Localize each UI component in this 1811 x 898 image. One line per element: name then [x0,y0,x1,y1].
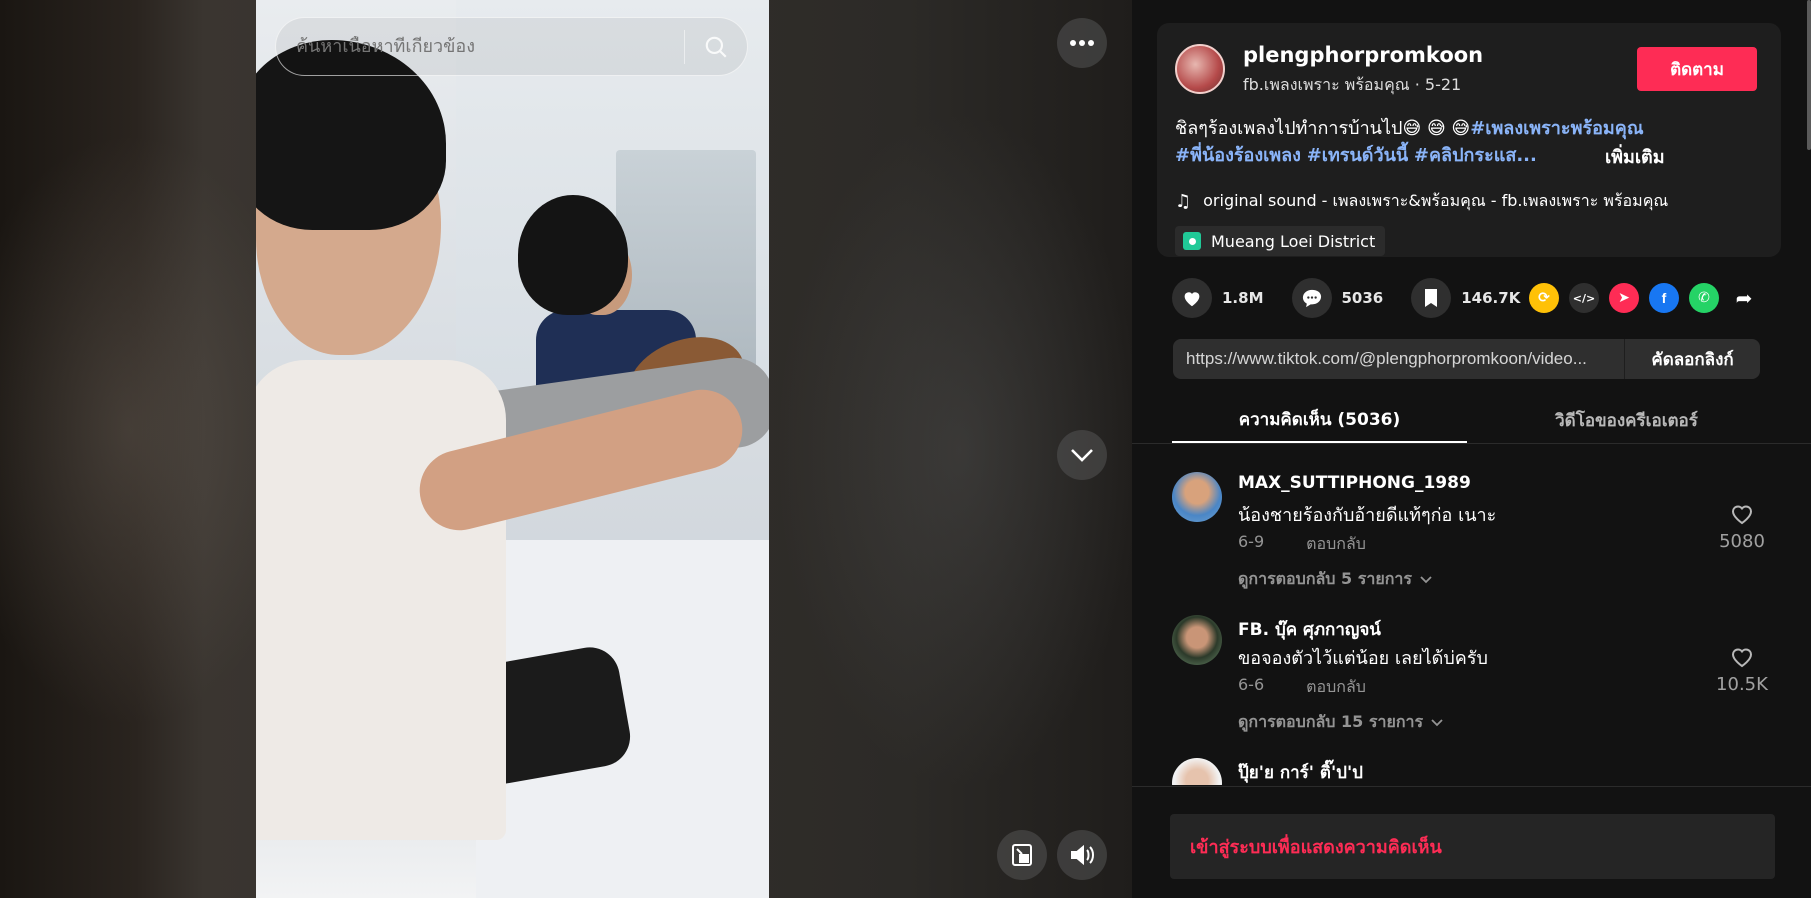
volume-button[interactable] [1057,830,1107,880]
music-title: original sound - เพลงเพราะ&พร้อมคุณ - fb… [1203,191,1669,210]
tab-creator-videos[interactable]: วิดีโอของครีเอเตอร์ [1479,398,1774,443]
comment-date: 6-9 [1238,532,1265,551]
comment-text: ขอจองตัวไว้แต่น้อย เลยได้บ่ครับ [1238,648,1488,669]
commenter-avatar[interactable] [1172,472,1222,522]
more-options-button[interactable] [1057,18,1107,68]
whatsapp-icon[interactable]: ✆ [1689,283,1719,313]
save-action[interactable]: 146.7K [1411,278,1520,318]
ellipsis-icon [1070,40,1094,46]
search-input[interactable] [276,36,684,57]
view-replies-label: ดูการตอบกลับ 5 รายการ [1238,569,1412,588]
post-info-card: plengphorpromkoon fb.เพลงเพราะ พร้อมคุณ … [1157,23,1781,257]
hashtag-link[interactable]: #คลิปกระแส... [1414,145,1537,166]
share-icons: ⟳ </> ➤ f ✆ ➦ [1529,283,1759,313]
music-note-icon: ♫ [1175,191,1192,212]
side-scrollbar[interactable] [1807,0,1811,150]
see-more-link[interactable]: เพิ่มเติม [1605,142,1665,171]
side-panel: plengphorpromkoon fb.เพลงเพราะ พร้อมคุณ … [1132,0,1811,898]
location-pin-icon [1183,232,1201,250]
heart-icon[interactable] [1172,278,1212,318]
follow-button[interactable]: ติดตาม [1637,47,1757,91]
comment-like[interactable]: 5080 [1712,503,1772,552]
tabs-divider [1132,443,1811,444]
bookmark-icon[interactable] [1411,278,1452,318]
tiktok-video-page: plengphorpromkoon fb.เพลงเพราะ พร้อมคุณ … [0,0,1811,898]
comment-like-count: 5080 [1719,531,1765,552]
caption-text: ชิลๆร้องเพลงไปทำการบ้านไป😅 😅 😅 [1175,118,1471,139]
save-count: 146.7K [1461,289,1521,307]
video-boy1-shirt [256,360,506,840]
hashtag-link[interactable]: #พี่น้องร้องเพลง [1175,145,1301,166]
location-chip[interactable]: Mueang Loei District [1175,226,1386,256]
picture-in-picture-button[interactable] [997,830,1047,880]
commenter-name[interactable]: FB. บุ๊ค ศุภกาญจน์ [1238,616,1381,643]
comment-icon[interactable] [1291,278,1332,318]
copy-link-button[interactable]: คัดลอกลิงก์ [1624,339,1760,379]
view-replies-button[interactable]: ดูการตอบกลับ 15 รายการ [1238,710,1443,735]
search-icon[interactable] [685,17,747,76]
comment-like-count: 10.5K [1716,674,1768,695]
search-bar [275,17,748,76]
hashtag-link[interactable]: #เทรนด์วันนี้ [1307,145,1408,166]
action-bar: 1.8M 5036 146.7K [1172,278,1548,318]
comment-item: MAX_SUTTIPHONG_1989 น้องชายร้องกับอ้ายดี… [1172,465,1772,608]
comment-count: 5036 [1341,289,1384,307]
heart-outline-icon [1731,505,1753,525]
next-video-button[interactable] [1057,430,1107,480]
author-username[interactable]: plengphorpromkoon [1243,43,1483,67]
send-to-friends-icon[interactable]: ➤ [1609,283,1639,313]
music-info[interactable]: ♫ original sound - เพลงเพราะ&พร้อมคุณ - … [1175,189,1668,214]
video-pane [0,0,1132,898]
post-caption: ชิลๆร้องเพลงไปทำการบ้านไป😅 😅 😅#เพลงเพราะ… [1175,115,1765,169]
commenter-avatar[interactable] [1172,615,1222,665]
volume-icon [1071,844,1094,866]
pip-icon [1012,844,1032,866]
reply-button[interactable]: ตอบกลับ [1306,532,1366,557]
comment-action[interactable]: 5036 [1291,278,1384,318]
tab-comments[interactable]: ความคิดเห็น (5036) [1172,398,1467,443]
commenter-avatar[interactable] [1172,758,1222,785]
comment-like[interactable]: 10.5K [1712,646,1772,695]
login-to-comment-button[interactable]: เข้าสู่ระบบเพื่อแสดงความคิดเห็น [1170,814,1775,879]
panel-tabs: ความคิดเห็น (5036) วิดีโอของครีเอเตอร์ [1172,398,1774,443]
chevron-down-icon [1431,718,1443,726]
author-avatar[interactable] [1175,44,1225,94]
comment-meta: 6-9 ตอบกลับ [1238,532,1366,557]
share-arrow-icon[interactable]: ➦ [1729,283,1759,313]
view-replies-button[interactable]: ดูการตอบกลับ 5 รายการ [1238,567,1432,592]
comment-meta: 6-6 ตอบกลับ [1238,675,1366,700]
video-boy2-hair [518,195,628,315]
embed-icon[interactable]: </> [1569,283,1599,313]
chevron-down-icon [1071,449,1093,462]
commenter-name[interactable]: ปุ๊ย'ย การ์' ติ๊'ป'ป [1238,759,1363,785]
video-link[interactable]: https://www.tiktok.com/@plengphorpromkoo… [1173,349,1624,369]
repost-icon[interactable]: ⟳ [1529,283,1559,313]
chevron-down-icon [1420,575,1432,583]
heart-outline-icon [1731,648,1753,668]
location-label: Mueang Loei District [1211,231,1376,251]
comment-item: FB. บุ๊ค ศุภกาญจน์ ขอจองตัวไว้แต่น้อย เล… [1172,608,1772,751]
like-action[interactable]: 1.8M [1172,278,1264,318]
comment-text: น้องชายร้องกับอ้ายดีแท้ๆก่อ เนาะ [1238,505,1497,526]
like-count: 1.8M [1222,289,1264,307]
author-subline: fb.เพลงเพราะ พร้อมคุณ · 5-21 [1243,75,1462,94]
hashtag-link[interactable]: #เพลงเพราะพร้อมคุณ [1470,118,1643,139]
reply-button[interactable]: ตอบกลับ [1306,675,1366,700]
view-replies-label: ดูการตอบกลับ 15 รายการ [1238,712,1424,731]
facebook-icon[interactable]: f [1649,283,1679,313]
video-player[interactable] [256,0,769,898]
comment-item: ปุ๊ย'ย การ์' ติ๊'ป'ป [1172,751,1772,785]
comment-date: 6-6 [1238,675,1265,694]
copy-link-row: https://www.tiktok.com/@plengphorpromkoo… [1173,339,1760,379]
bottom-divider [1132,786,1811,787]
commenter-name[interactable]: MAX_SUTTIPHONG_1989 [1238,473,1471,493]
comment-list: MAX_SUTTIPHONG_1989 น้องชายร้องกับอ้ายดี… [1172,465,1772,785]
